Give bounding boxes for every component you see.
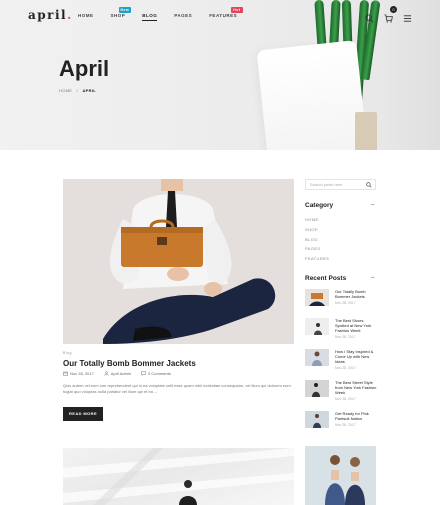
recent-post-item[interactable]: Get Ready for Pink Pantsuit Nation Nov 2… — [305, 411, 377, 433]
main-menu: HOME SHOP New BLOG PAGES FEATURES Hot — [78, 7, 254, 21]
nav-item-features[interactable]: FEATURES Hot — [209, 7, 243, 21]
post-meta: Nov 28, 2017 April Admin 0 Comments — [63, 371, 171, 376]
post-title[interactable]: Our Totally Bomb Bommer Jackets — [63, 359, 196, 368]
page-title: April — [59, 56, 110, 81]
recent-post-title[interactable]: How I Stay Inspired & Come Up with New I… — [335, 349, 377, 364]
logo-dot: . — [67, 8, 73, 22]
search-icon[interactable] — [365, 10, 374, 23]
category-item[interactable]: PAGES — [305, 246, 329, 256]
nav-item-pages[interactable]: PAGES — [174, 13, 192, 21]
category-item[interactable]: SHOP — [305, 227, 329, 237]
recent-post-item[interactable]: How I Stay Inspired & Come Up with New I… — [305, 349, 377, 371]
recent-post-thumb[interactable] — [305, 349, 329, 366]
plant-pot — [355, 112, 377, 150]
hero-bag-image — [256, 40, 368, 150]
recent-post-thumb[interactable] — [305, 289, 329, 306]
recent-post-date: Nov 28, 2017 — [335, 397, 356, 401]
post-comments-text: 0 Comments — [148, 371, 171, 376]
breadcrumb-current: APRIL — [82, 88, 96, 93]
recent-post-item[interactable]: Our Totally Bomb Bommer Jackets Nov 28, … — [305, 289, 377, 311]
recent-post-item[interactable]: The Best Street Style from New York Fash… — [305, 380, 377, 402]
menu-icon[interactable] — [403, 10, 412, 22]
breadcrumb-home[interactable]: HOME — [59, 88, 72, 93]
breadcrumb: HOME / APRIL — [59, 88, 96, 93]
search-icon[interactable] — [366, 182, 372, 188]
post-author-text: April Admin — [110, 371, 132, 376]
logo-text: april — [28, 8, 68, 22]
user-icon — [104, 371, 109, 376]
post-comments[interactable]: 0 Comments — [141, 371, 171, 376]
breadcrumb-separator: / — [76, 88, 79, 93]
search-input[interactable]: Search posts here — [305, 179, 376, 190]
read-more-button[interactable]: READ MORE — [63, 407, 103, 421]
recent-post-title[interactable]: The Best Shoes Spotted at New York Fashi… — [335, 318, 377, 333]
recent-post-thumb[interactable] — [305, 411, 329, 428]
nav-item-shop[interactable]: SHOP New — [110, 7, 132, 21]
cart-count: 0 — [390, 6, 397, 13]
nav-item-label: HOME — [78, 13, 94, 18]
recent-post-title[interactable]: Our Totally Bomb Bommer Jackets — [335, 289, 377, 299]
nav-item-label: BLOG — [142, 13, 158, 18]
nav-item-label: PAGES — [174, 13, 193, 18]
post-category[interactable]: Blog — [63, 351, 72, 355]
recent-post-date: Nov 28, 2017 — [335, 301, 356, 305]
nav-item-blog[interactable]: BLOG — [142, 13, 158, 21]
post-date: Nov 28, 2017 — [63, 371, 94, 376]
nav-item-home[interactable]: HOME — [78, 13, 94, 21]
cart-icon[interactable]: 0 — [384, 6, 397, 23]
recent-post-date: Nov 28, 2017 — [335, 335, 356, 339]
category-heading-text: Category — [305, 202, 334, 209]
second-post-image[interactable] — [63, 448, 294, 505]
top-nav: april. HOME SHOP New BLOG PAGES FEATURES H… — [0, 0, 440, 30]
recent-post-title[interactable]: Get Ready for Pink Pantsuit Nation — [335, 411, 377, 421]
nav-icons: 0 — [365, 6, 412, 23]
nav-item-label: FEATURES — [209, 13, 238, 18]
recent-posts-heading[interactable]: Recent Posts – — [305, 275, 374, 282]
category-item[interactable]: BLOG — [305, 237, 329, 247]
recent-post-thumb[interactable] — [305, 380, 329, 397]
nav-item-label: SHOP — [110, 13, 126, 18]
new-badge: New — [118, 7, 132, 13]
recent-post-thumb[interactable] — [305, 318, 329, 335]
category-item[interactable]: FEATURES — [305, 256, 329, 266]
recent-posts-heading-text: Recent Posts — [305, 275, 347, 282]
recent-post-item[interactable]: The Best Shoes Spotted at New York Fashi… — [305, 318, 377, 340]
logo[interactable]: april. — [28, 8, 73, 22]
recent-post-date: Nov 28, 2017 — [335, 423, 356, 427]
search-placeholder: Search posts here — [310, 182, 343, 187]
recent-post-date: Nov 28, 2017 — [335, 366, 356, 370]
collapse-icon[interactable]: – — [371, 275, 374, 281]
calendar-icon — [63, 371, 68, 376]
category-heading[interactable]: Category – — [305, 202, 374, 209]
collapse-icon[interactable]: – — [371, 202, 374, 208]
post-author[interactable]: April Admin — [104, 371, 131, 376]
promo-banner-image[interactable] — [305, 446, 376, 505]
post-featured-image[interactable] — [63, 179, 294, 344]
category-list: HOME SHOP BLOG PAGES FEATURES — [305, 217, 329, 266]
post-excerpt: Quis autem vel eum iure reprehenderit qu… — [63, 383, 291, 394]
hot-badge: Hot — [231, 7, 243, 13]
category-item[interactable]: HOME — [305, 217, 329, 227]
comment-icon — [141, 371, 146, 376]
post-date-text: Nov 28, 2017 — [70, 371, 94, 376]
recent-post-title[interactable]: The Best Street Style from New York Fash… — [335, 380, 377, 395]
